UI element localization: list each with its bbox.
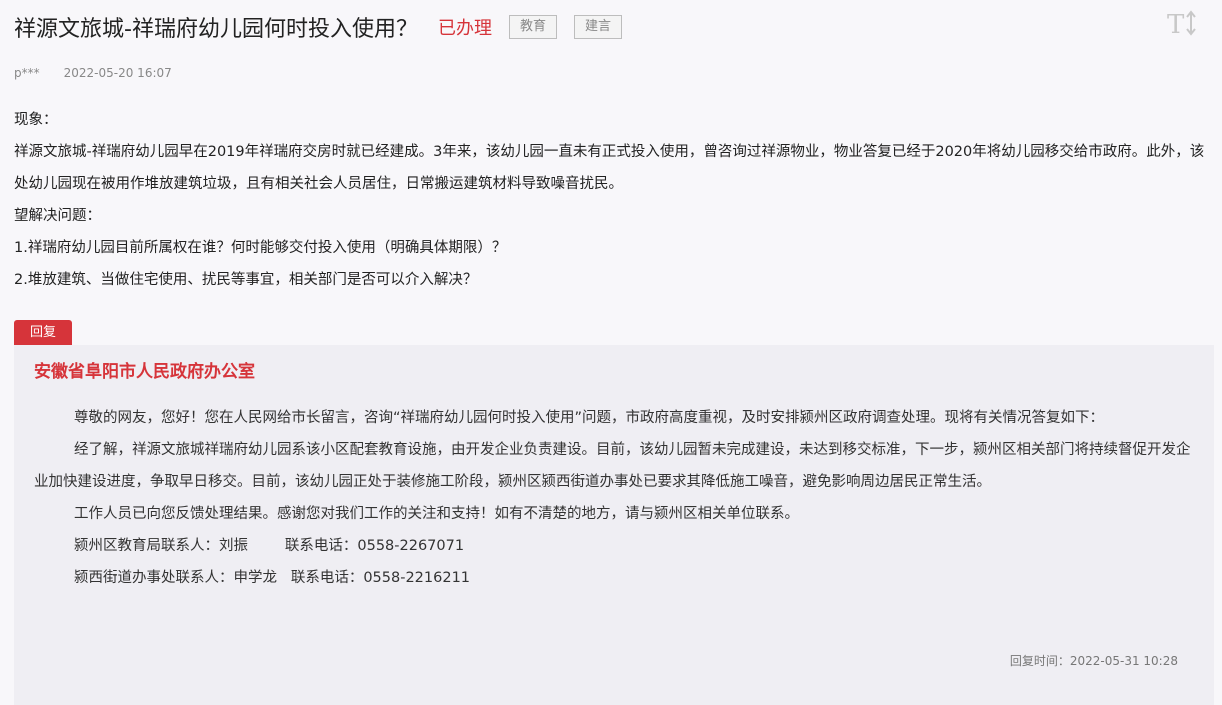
question-line: 2.堆放建筑、当做住宅使用、扰民等事宜，相关部门是否可以介入解决？ (14, 272, 478, 288)
reply-tab: 回复 (14, 320, 72, 345)
title-row: 祥源文旅城-祥瑞府幼儿园何时投入使用？ 已办理 教育 建言 (14, 10, 622, 44)
question-line: 现象： (14, 112, 58, 128)
reply-organization: 安徽省阜阳市人民政府办公室 (34, 362, 255, 382)
contact-line: 颍州区教育局联系人：刘振 联系电话：0558-2267071 (74, 538, 465, 554)
reply-paragraph: 尊敬的网友，您好！您在人民网给市长留言，咨询“祥瑞府幼儿园何时投入使用”问题，市… (74, 410, 1105, 426)
reply-paragraph: 经了解，祥源文旅城祥瑞府幼儿园系该小区配套教育设施，由开发企业负责建设。目前，该… (34, 442, 1191, 490)
font-size-toggle-icon: T (1167, 10, 1196, 40)
question-line: 祥源文旅城-祥瑞府幼儿园早在2019年祥瑞府交房时就已经建成。3年来，该幼儿园一… (14, 144, 1205, 192)
reply-time: 回复时间：2022-05-31 10:28 (1009, 654, 1178, 668)
question-line: 1.祥瑞府幼儿园目前所属权在谁？何时能够交付投入使用（明确具体期限）？ (14, 240, 507, 256)
reply-paragraph: 工作人员已向您反馈处理结果。感谢您对我们工作的关注和支持！如有不清楚的地方，请与… (74, 506, 799, 522)
reply-body: 尊敬的网友，您好！您在人民网给市长留言，咨询“祥瑞府幼儿园何时投入使用”问题，市… (34, 402, 1194, 594)
page-title: 祥源文旅城-祥瑞府幼儿园何时投入使用？ (14, 17, 418, 42)
author-name: p*** (14, 66, 40, 80)
contact-line: 颍西街道办事处联系人：申学龙 联系电话：0558-2216211 (74, 570, 471, 586)
tag-education[interactable]: 教育 (508, 15, 557, 39)
post-date: 2022-05-20 16:07 (63, 66, 172, 80)
svg-text:T: T (1167, 10, 1185, 38)
meta-row: p*** 2022-05-20 16:07 (14, 66, 172, 80)
question-content: 现象： 祥源文旅城-祥瑞府幼儿园早在2019年祥瑞府交房时就已经建成。3年来，该… (14, 104, 1209, 296)
question-line: 望解决问题： (14, 208, 101, 224)
page: 祥源文旅城-祥瑞府幼儿园何时投入使用？ 已办理 教育 建言 T p*** 202… (0, 0, 1222, 705)
status-label: 已办理 (437, 18, 492, 39)
tag-suggestion[interactable]: 建言 (573, 15, 622, 39)
reply-box: 安徽省阜阳市人民政府办公室 尊敬的网友，您好！您在人民网给市长留言，咨询“祥瑞府… (14, 345, 1214, 705)
font-size-toggle-button[interactable]: T (1166, 8, 1200, 40)
